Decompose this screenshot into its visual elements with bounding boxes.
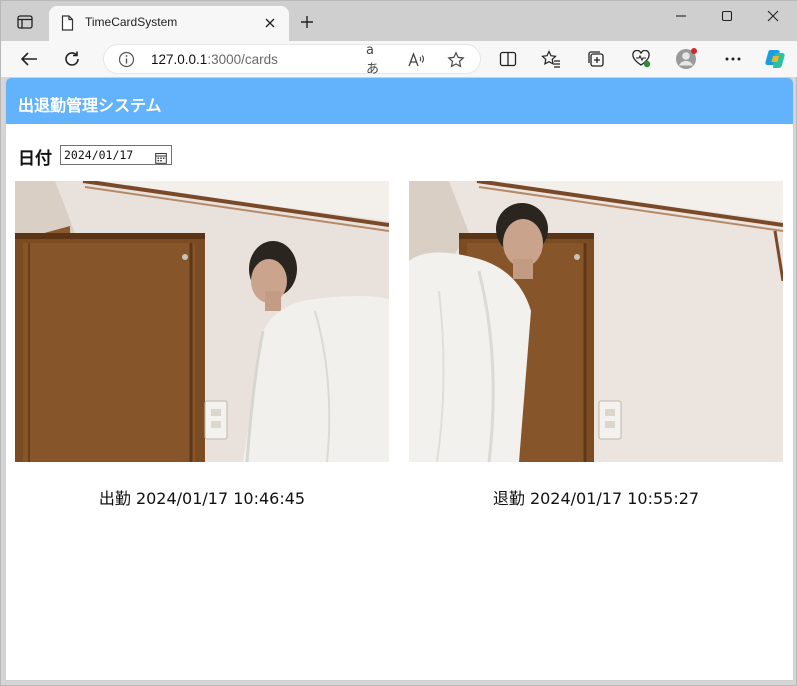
address-bar[interactable]: 127.0.0.1:3000/cards aあ <box>103 43 481 77</box>
app-title: 出退勤管理システム <box>18 96 162 115</box>
clock-in-caption: 出勤 2024/01/17 10:46:45 <box>98 489 306 508</box>
close-tab-icon[interactable] <box>261 14 279 32</box>
close-window-icon[interactable] <box>750 3 796 29</box>
tab-strip: TimeCardSystem <box>1 1 797 41</box>
split-screen-icon[interactable] <box>493 45 523 73</box>
browser-essentials-icon[interactable] <box>626 45 656 73</box>
browser-toolbar: 127.0.0.1:3000/cards aあ <box>1 41 797 77</box>
favorites-icon[interactable] <box>536 45 566 73</box>
date-value: 2024/01/17 <box>64 148 134 162</box>
favorite-star-icon[interactable] <box>446 50 466 70</box>
translate-icon[interactable]: aあ <box>366 43 386 77</box>
read-aloud-icon[interactable] <box>406 50 426 70</box>
tab-actions-icon[interactable] <box>11 10 39 34</box>
page-icon <box>61 15 74 35</box>
browser-window: TimeCardSystem 127.0.0.1:3000/cards aあ 出… <box>0 0 797 686</box>
back-arrow-icon[interactable] <box>14 45 44 73</box>
clock-in-photo <box>15 181 389 462</box>
page-viewport: 出退勤管理システム 日付 2024/01/17 出勤 2024/01/17 10… <box>5 77 794 681</box>
maximize-icon[interactable] <box>704 3 750 29</box>
tab-title: TimeCardSystem <box>85 15 178 29</box>
collections-icon[interactable] <box>581 45 611 73</box>
minimize-icon[interactable] <box>658 3 704 29</box>
url-path: :3000/cards <box>207 52 278 67</box>
calendar-icon[interactable] <box>155 149 167 168</box>
refresh-icon[interactable] <box>57 45 87 73</box>
copilot-icon[interactable] <box>761 45 791 73</box>
tab-active[interactable]: TimeCardSystem <box>49 6 289 41</box>
url-host: 127.0.0.1 <box>151 52 208 67</box>
more-menu-icon[interactable] <box>718 45 748 73</box>
url-text: 127.0.0.1:3000/cards <box>151 52 278 67</box>
date-input[interactable]: 2024/01/17 <box>60 145 172 165</box>
app-header: 出退勤管理システム <box>6 78 793 124</box>
profile-avatar-icon[interactable] <box>671 45 701 73</box>
clock-out-caption: 退勤 2024/01/17 10:55:27 <box>492 489 700 508</box>
date-label: 日付 <box>18 149 52 169</box>
site-info-icon[interactable] <box>118 51 135 72</box>
clock-out-photo <box>409 181 783 462</box>
new-tab-icon[interactable] <box>295 10 319 34</box>
